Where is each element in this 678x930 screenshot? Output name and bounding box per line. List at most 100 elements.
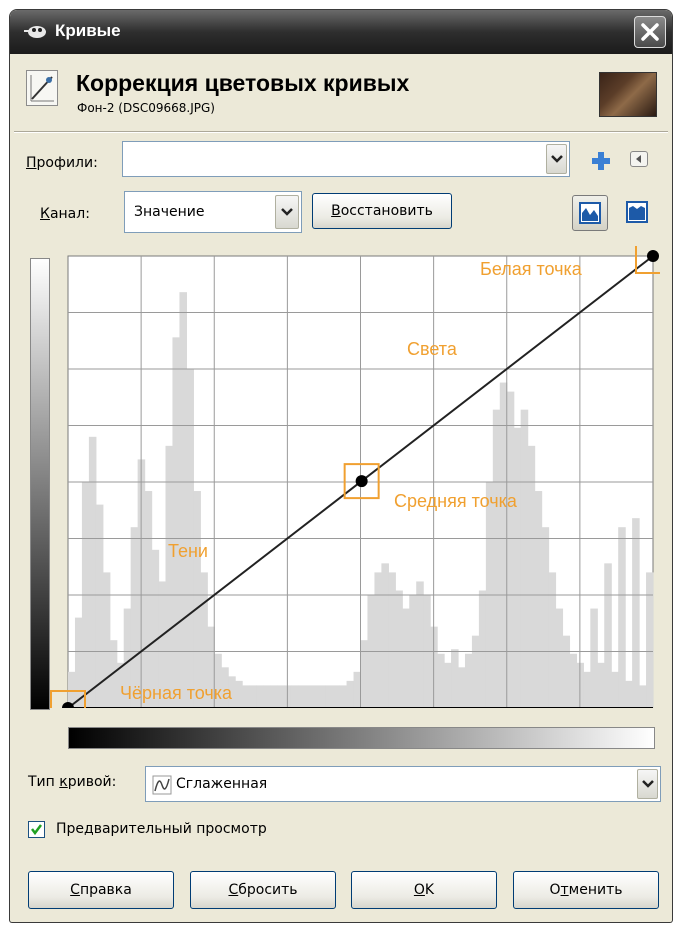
histogram-bar (249, 685, 257, 708)
histogram-bar (562, 635, 571, 708)
histogram-bar (478, 590, 487, 708)
curves-dialog: Кривые Коррекция цветовых кривых Фон-2 (… (10, 10, 672, 922)
histogram-bar (235, 680, 243, 708)
annotation-shadows: Тени (168, 541, 208, 561)
channel-label: Канал: (40, 206, 90, 222)
curve-graph-area[interactable]: Белая точка Света Средняя точка Тени Чёр… (28, 238, 671, 726)
reset-button[interactable]: Сбросить (190, 871, 336, 909)
histogram-bar (172, 337, 181, 708)
log-histogram-button[interactable] (620, 195, 656, 231)
histogram-bar (165, 445, 174, 708)
histogram-bar (625, 680, 633, 708)
window-title: Кривые (55, 21, 121, 40)
checkmark-icon (31, 824, 42, 836)
histogram-bar (395, 590, 403, 708)
close-button[interactable] (634, 16, 666, 48)
histogram-bar (471, 635, 480, 708)
histogram-linear-icon (579, 202, 601, 224)
histogram-bar (604, 563, 612, 708)
annotation-highlights: Света (407, 339, 458, 359)
add-profile-button[interactable] (590, 150, 612, 172)
preview-label[interactable]: Предварительный просмотр (56, 821, 267, 837)
histogram-bar (520, 409, 529, 708)
gimp-logo-icon (24, 26, 46, 38)
channel-combo[interactable]: Значение (124, 191, 302, 233)
curve-graph[interactable]: Белая точка Света Средняя точка Тени Чёр… (28, 238, 671, 726)
histogram-bar (332, 685, 341, 708)
histogram-bar (339, 685, 348, 708)
histogram-bar (555, 608, 564, 708)
histogram-bar (381, 563, 389, 708)
histogram-bar (360, 640, 369, 708)
cancel-button[interactable]: Отменить (513, 871, 659, 909)
histogram-bar (492, 409, 501, 708)
title-bar[interactable]: Кривые (10, 10, 672, 54)
histogram-bar (569, 653, 577, 708)
histogram-bar (416, 581, 424, 708)
histogram-bar (388, 572, 396, 708)
histogram-bar (374, 572, 382, 708)
triangle-left-icon (636, 155, 641, 163)
histogram-bar (179, 292, 187, 708)
histogram-bar (102, 572, 111, 708)
dialog-heading: Коррекция цветовых кривых (76, 70, 410, 96)
channel-dropdown-button[interactable] (275, 195, 299, 229)
histogram-bar (458, 667, 466, 708)
channel-value: Значение (134, 204, 205, 220)
histogram-bar (297, 685, 306, 708)
curve-type-combo[interactable]: Сглаженная (145, 766, 661, 802)
curve-type-dropdown-button[interactable] (637, 769, 658, 799)
curve-type-value: Сглаженная (176, 776, 268, 792)
preview-checkbox[interactable] (28, 821, 45, 838)
histogram-bar (311, 685, 320, 708)
histogram-bar (88, 436, 97, 708)
histogram-log-icon (626, 201, 648, 223)
histogram-bar (263, 685, 271, 708)
histogram-bar (590, 608, 598, 708)
histogram-bar (618, 527, 626, 708)
histogram-bar (95, 504, 104, 708)
annotation-white-point: Белая точка (480, 259, 583, 279)
smooth-curve-icon (152, 775, 172, 795)
histogram-bar (242, 685, 250, 708)
histogram-bar (583, 671, 591, 708)
white-point-handle[interactable] (647, 250, 659, 262)
histogram-bar (451, 649, 459, 708)
reset-channel-button[interactable]: Восстановить (312, 193, 452, 229)
histogram-bar (611, 671, 619, 708)
header-separator (14, 131, 668, 133)
histogram-bar (513, 427, 522, 708)
ok-button[interactable]: OK (351, 871, 497, 909)
close-icon (641, 23, 659, 41)
histogram-bar (256, 685, 264, 708)
histogram-bar (444, 662, 452, 708)
histogram-bar (464, 653, 473, 708)
profiles-menu-button[interactable] (630, 151, 648, 167)
histogram-bar (304, 685, 313, 708)
histogram-bar (276, 685, 285, 708)
histogram-bar (646, 572, 654, 708)
profiles-dropdown-button[interactable] (546, 144, 567, 174)
image-name: Фон-2 (DSC09668.JPG) (77, 101, 215, 115)
linear-histogram-button[interactable] (572, 195, 608, 231)
histogram-bar (499, 382, 508, 708)
curves-tool-icon (26, 70, 58, 106)
histogram-bar (402, 608, 410, 708)
chevron-down-icon (281, 208, 293, 216)
input-gradient-bar (68, 727, 655, 749)
histogram-bar (130, 527, 139, 708)
histogram-bar (318, 685, 327, 708)
histogram-bar (527, 445, 536, 708)
histogram-bar (541, 527, 550, 708)
histogram-bar (506, 391, 515, 708)
mid-point-handle[interactable] (355, 475, 368, 488)
histogram-bar (353, 671, 362, 708)
profiles-combo[interactable] (122, 141, 570, 177)
histogram-bar (632, 518, 640, 708)
histogram-bar (534, 491, 543, 708)
annotation-black-point: Чёрная точка (120, 683, 233, 703)
histogram-bar (74, 617, 83, 708)
histogram-bar (193, 491, 201, 708)
histogram-bar (548, 572, 557, 708)
help-button[interactable]: Справка (28, 871, 174, 909)
